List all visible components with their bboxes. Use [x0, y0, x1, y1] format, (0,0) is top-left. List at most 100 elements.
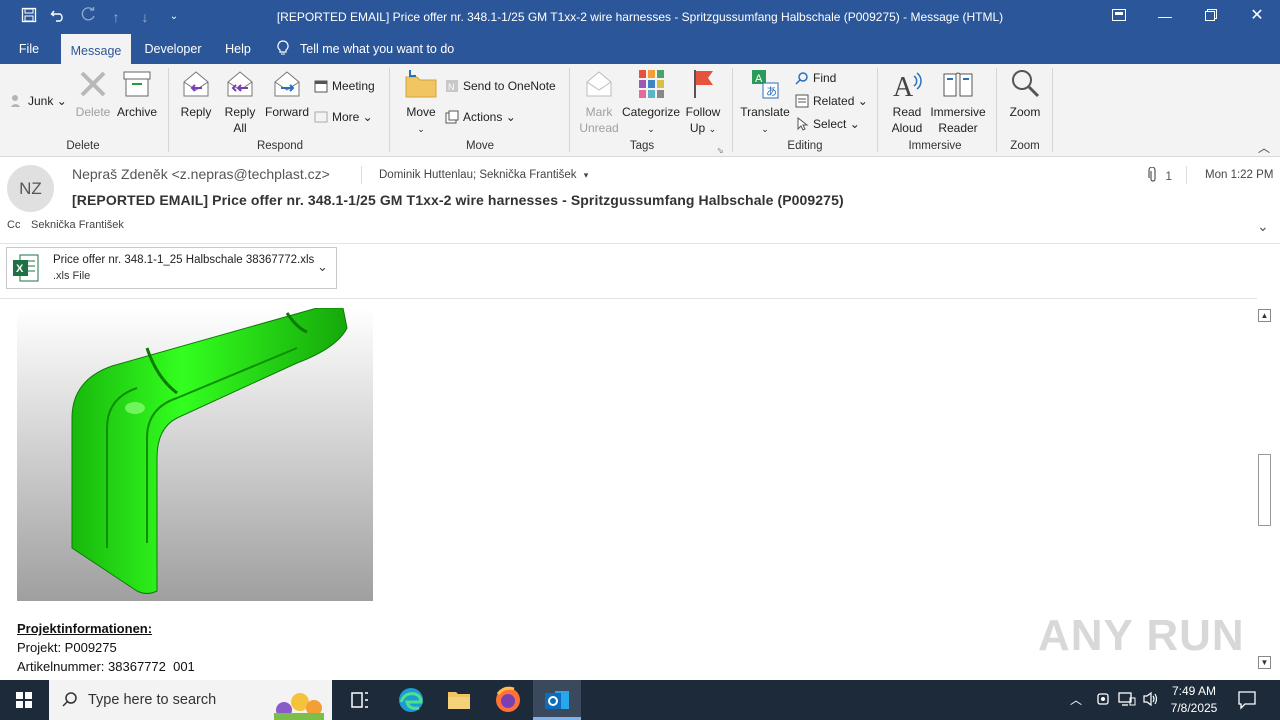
attachment-count: 1	[1165, 169, 1173, 183]
ribbon-separator	[569, 68, 570, 152]
immersive-label-2: Reader	[938, 121, 978, 135]
group-label-move: Move	[465, 140, 495, 152]
attachment-dropdown-icon[interactable]: ⌄	[317, 259, 328, 275]
more-icon	[314, 110, 328, 124]
junk-label: Junk	[28, 94, 54, 108]
tab-file[interactable]: File	[8, 34, 50, 64]
tab-developer[interactable]: Developer	[138, 34, 208, 64]
collapse-ribbon-icon[interactable]: ︿	[1258, 138, 1270, 158]
translate-button[interactable]: Aあ Translate ⌄	[739, 68, 791, 137]
read-label-1: Read	[892, 105, 922, 119]
notification-center-icon[interactable]	[1237, 690, 1257, 713]
edge-icon	[399, 688, 423, 712]
reply-icon	[183, 71, 209, 97]
tell-me-search[interactable]: Tell me what you want to do	[277, 34, 467, 64]
header-divider	[361, 166, 362, 184]
attachment-type: .xls File	[53, 270, 91, 282]
taskbar-search[interactable]: Type here to search	[49, 680, 332, 720]
scroll-thumb[interactable]	[1258, 454, 1271, 526]
firefox-taskbar-button[interactable]	[484, 680, 532, 720]
scroll-up-icon[interactable]: ▲	[1258, 309, 1271, 322]
attachment-card[interactable]: X Price offer nr. 348.1-1_25 Halbschale …	[6, 247, 337, 289]
more-respond-button[interactable]: More ⌄	[314, 107, 373, 127]
search-placeholder: Type here to search	[88, 692, 217, 708]
sender[interactable]: Nepraš Zdeněk <z.nepras@techplast.cz>	[72, 166, 330, 182]
categorize-button[interactable]: Categorize ⌄	[622, 68, 680, 137]
show-hidden-icons[interactable]: ︿	[1070, 691, 1082, 708]
ribbon-separator	[732, 68, 733, 152]
minimize-icon[interactable]: —	[1150, 5, 1180, 27]
flag-icon	[694, 70, 713, 98]
file-explorer-button[interactable]	[435, 680, 483, 720]
network-icon[interactable]	[1118, 692, 1136, 709]
svg-text:A: A	[893, 72, 914, 100]
to-recipients[interactable]: Dominik Huttenlau; Seknička František ▾	[379, 169, 588, 181]
follow-up-button[interactable]: Follow Up ⌄	[682, 68, 724, 137]
select-button[interactable]: Select ⌄	[795, 114, 860, 134]
maximize-icon[interactable]	[1196, 5, 1226, 27]
ribbon-separator	[996, 68, 997, 152]
to-list: Dominik Huttenlau; Seknička František	[379, 169, 577, 181]
junk-button[interactable]: Junk ⌄	[10, 91, 67, 111]
mark-unread-button[interactable]: Mark Unread	[576, 68, 622, 136]
immersive-reader-button[interactable]: Immersive Reader	[928, 68, 988, 136]
follow-label-1: Follow	[685, 105, 721, 119]
zoom-magnifier-icon	[1012, 70, 1040, 98]
task-view-icon	[351, 692, 368, 708]
svg-text:N: N	[448, 82, 455, 92]
actions-label: Actions	[463, 110, 503, 124]
outlook-taskbar-button[interactable]	[533, 680, 581, 720]
follow-label-2: Up	[689, 121, 706, 135]
categorize-label: Categorize	[622, 105, 681, 119]
move-button[interactable]: Move ⌄	[402, 68, 440, 137]
clock[interactable]: 7:49 AM 7/8/2025	[1166, 683, 1222, 717]
find-button[interactable]: Find	[795, 68, 836, 88]
ribbon-separator	[389, 68, 390, 152]
folder-icon	[448, 692, 470, 709]
send-to-onenote-button[interactable]: N Send to OneNote	[445, 76, 556, 96]
reply-label: Reply	[180, 105, 212, 119]
related-label: Related	[813, 94, 855, 108]
ribbon-display-icon[interactable]	[1104, 5, 1134, 27]
archive-button[interactable]: Archive	[114, 68, 160, 120]
start-button[interactable]	[0, 680, 48, 720]
reply-all-button[interactable]: Reply All	[220, 68, 260, 136]
immersive-reader-icon	[943, 72, 973, 97]
zoom-button[interactable]: Zoom	[1004, 68, 1046, 120]
title-bar: ↑ ↓ ⌄ [REPORTED EMAIL] Price offer nr. 3…	[0, 0, 1280, 34]
tab-message[interactable]: Message	[61, 34, 131, 64]
search-icon	[61, 691, 79, 712]
meeting-button[interactable]: Meeting	[314, 76, 375, 96]
edge-taskbar-button[interactable]	[387, 680, 435, 720]
attachment-name: Price offer nr. 348.1-1_25 Halbschale 38…	[53, 254, 315, 266]
group-label-tags: Tags	[629, 140, 655, 152]
categorize-icon	[639, 70, 664, 98]
forward-button[interactable]: Forward	[263, 68, 311, 120]
related-button[interactable]: Related ⌄	[795, 91, 868, 111]
archive-icon	[123, 71, 151, 97]
window-title: [REPORTED EMAIL] Price offer nr. 348.1-1…	[276, 10, 1004, 24]
body-scrollbar[interactable]: ▲ ▼	[1257, 306, 1272, 672]
close-icon[interactable]: ✕	[1242, 5, 1272, 27]
tell-me-label: Tell me what you want to do	[300, 42, 455, 56]
select-cursor-icon	[795, 116, 809, 131]
actions-button[interactable]: Actions ⌄	[445, 107, 516, 127]
ribbon-separator	[877, 68, 878, 152]
expand-header-icon[interactable]: ⌄	[1257, 218, 1269, 235]
immersive-label-1: Immersive	[930, 105, 986, 119]
task-view-button[interactable]	[336, 680, 384, 720]
cc-recipient[interactable]: Seknička František	[31, 219, 124, 231]
network-drive-icon[interactable]	[1096, 691, 1110, 710]
read-aloud-button[interactable]: A Read Aloud	[886, 68, 928, 136]
translate-label: Translate	[740, 105, 790, 119]
scroll-down-icon[interactable]: ▼	[1258, 656, 1271, 669]
more-label: More	[332, 110, 360, 124]
clock-date: 7/8/2025	[1170, 701, 1218, 715]
archive-label: Archive	[116, 105, 157, 119]
delete-button[interactable]: Delete	[74, 68, 112, 120]
volume-icon[interactable]	[1142, 691, 1160, 710]
find-label: Find	[813, 71, 837, 85]
windows-icon	[16, 692, 32, 708]
reply-button[interactable]: Reply	[176, 68, 216, 120]
tab-help[interactable]: Help	[218, 34, 258, 64]
